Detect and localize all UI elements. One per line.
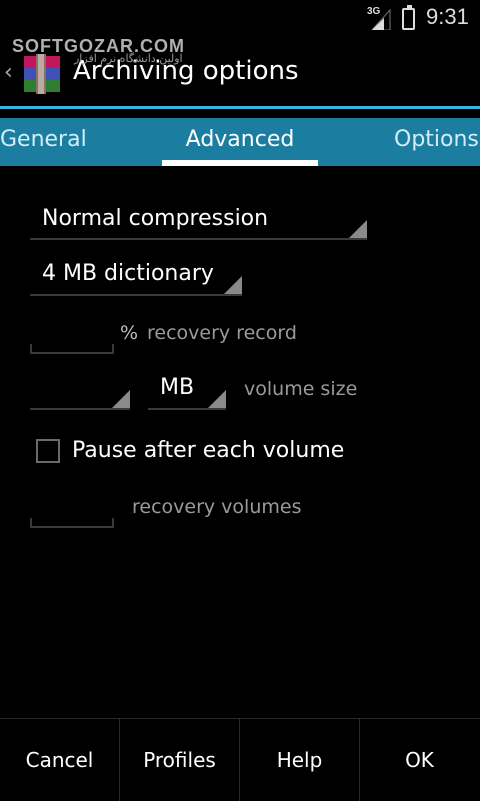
spinner-arrow-icon (224, 276, 242, 294)
spinner-arrow-icon (349, 220, 367, 238)
profiles-button[interactable]: Profiles (120, 719, 239, 801)
recovery-record-unit: % (120, 322, 139, 344)
pause-after-volume-label[interactable]: Pause after each volume (72, 438, 344, 463)
help-button[interactable]: Help (240, 719, 359, 801)
cancel-button[interactable]: Cancel (0, 719, 119, 801)
recovery-record-label: recovery record (147, 322, 297, 344)
spinner-arrow-icon (208, 390, 226, 408)
spinner-arrow-icon (112, 390, 130, 408)
recovery-volumes-label: recovery volumes (132, 496, 302, 518)
action-bar-divider (0, 106, 480, 109)
tab-advanced[interactable]: Advanced (162, 127, 318, 152)
pause-after-volume-checkbox[interactable] (36, 439, 60, 463)
compression-value: Normal compression (42, 206, 269, 231)
recovery-record-input[interactable] (30, 318, 114, 354)
recovery-volumes-input[interactable] (30, 492, 114, 528)
volume-size-input[interactable] (30, 370, 130, 410)
back-icon[interactable]: ‹ (4, 60, 13, 85)
clock: 9:31 (426, 4, 469, 29)
watermark-tagline: اولین دانشگاه نرم افزار (74, 52, 183, 65)
tab-general[interactable]: General (0, 127, 87, 152)
dictionary-spinner[interactable]: 4 MB dictionary (30, 254, 242, 296)
volume-size-label: volume size (244, 378, 358, 400)
ok-button[interactable]: OK (360, 719, 479, 801)
status-bar: 3G ⚡ 9:31 (0, 0, 480, 38)
signal-icon (371, 8, 391, 30)
charging-icon: ⚡ (403, 10, 414, 28)
compression-spinner[interactable]: Normal compression (30, 198, 367, 240)
tab-selected-indicator (162, 160, 318, 166)
winrar-app-icon[interactable] (20, 52, 64, 96)
volume-unit-spinner[interactable]: MB (148, 370, 226, 410)
tab-options[interactable]: Options (394, 127, 479, 152)
dictionary-value: 4 MB dictionary (42, 261, 214, 286)
volume-unit-value: MB (160, 375, 195, 400)
tab-bar: General Advanced Options (0, 118, 480, 166)
button-bar: Cancel Profiles Help OK (0, 718, 480, 801)
